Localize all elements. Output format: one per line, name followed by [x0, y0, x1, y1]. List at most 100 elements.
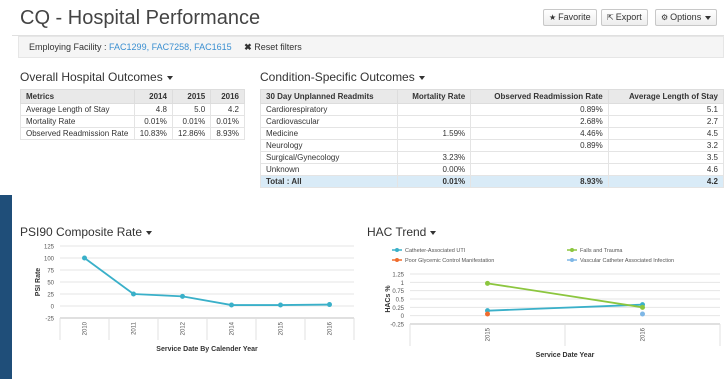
column-header[interactable]: Mortality Rate [396, 89, 472, 104]
psi90-chart-title[interactable]: PSI90 Composite Rate [20, 225, 153, 239]
table-cell: 5.0 [171, 103, 212, 116]
table-row: Observed Readmission Rate 10.83% 12.86% 8.9… [20, 127, 245, 140]
condition-outcomes-table: 30 Day Unplanned Readmits Mortality Rate O… [260, 89, 724, 188]
table-cell: Mortality Rate [20, 115, 135, 128]
caret-down-icon [418, 75, 425, 80]
x-tick-label: 2016 [641, 327, 647, 341]
total-cell: Total : All [260, 175, 398, 188]
x-tick-label: 2011 [132, 321, 138, 335]
data-point[interactable] [485, 280, 490, 286]
y-tick-label: 50 [47, 281, 54, 287]
y-tick-label: 75 [47, 269, 54, 275]
overall-outcomes-title[interactable]: Overall Hospital Outcomes [20, 70, 173, 84]
y-tick-label: 0.75 [392, 289, 404, 295]
column-header[interactable]: Average Length of Stay [607, 89, 724, 104]
hac-chart-title[interactable]: HAC Trend [367, 225, 437, 239]
data-point[interactable] [640, 304, 645, 310]
side-panel-edge [0, 195, 12, 379]
data-point[interactable] [180, 293, 185, 299]
close-icon: ✖ [244, 42, 252, 52]
data-point[interactable] [278, 302, 283, 308]
table-cell: 4.46% [470, 127, 609, 140]
caret-down-icon [430, 230, 437, 235]
table-row: Cardiovascular 2.68% 2.7 [260, 115, 724, 128]
data-point[interactable] [485, 311, 490, 317]
overall-outcomes-table: Metrics 2014 2015 2016 Average Length of St… [20, 89, 245, 140]
x-tick-label: 2016 [328, 321, 334, 335]
y-axis-title: PSI Rate [35, 268, 42, 297]
gear-icon: ⚙ [661, 13, 669, 22]
table-cell: Surgical/Gynecology [260, 151, 398, 164]
total-cell: 4.2 [607, 175, 724, 188]
y-tick-label: 0 [51, 305, 55, 311]
options-button[interactable]: ⚙ Options [655, 9, 718, 26]
table-cell: 0.00% [396, 163, 472, 176]
table-cell [396, 115, 472, 128]
legend-marker [570, 248, 574, 252]
data-point[interactable] [131, 291, 136, 297]
table-row: Surgical/Gynecology 3.23% 3.5 [260, 151, 724, 164]
table-row: Unknown 0.00% 4.6 [260, 163, 724, 176]
data-point[interactable] [327, 302, 332, 308]
column-header[interactable]: 2014 [133, 89, 173, 104]
favorite-button[interactable]: ★ Favorite [543, 9, 597, 26]
table-row: Cardiorespiratory 0.89% 5.1 [260, 103, 724, 116]
legend-item: Poor Glycemic Control Manifestation [405, 258, 494, 264]
y-tick-label: 0.25 [392, 306, 404, 312]
facility-filter-link[interactable]: FAC1299, FAC7258, FAC1615 [109, 42, 232, 52]
x-tick-label: 2012 [181, 321, 187, 335]
page-title: CQ - Hospital Performance [20, 7, 261, 29]
table-row: Average Length of Stay 4.8 5.0 4.2 [20, 103, 245, 116]
column-header[interactable]: 2016 [210, 89, 245, 104]
favorite-label: Favorite [558, 12, 591, 22]
export-button[interactable]: ⇱ Export [601, 9, 648, 26]
x-axis-title: Service Date By Calender Year [156, 346, 258, 353]
table-cell: 4.6 [607, 163, 724, 176]
dashboard: CQ - Hospital Performance ★ Favorite ⇱ Exp… [12, 0, 724, 379]
export-icon: ⇱ [607, 13, 614, 22]
table-cell: Cardiovascular [260, 115, 398, 128]
hac-title-label: HAC Trend [367, 225, 427, 239]
table-row: Medicine 1.59% 4.46% 4.5 [260, 127, 724, 140]
condition-outcomes-title[interactable]: Condition-Specific Outcomes [260, 70, 425, 84]
table-cell: 0.01% [171, 115, 212, 128]
table-cell: 3.2 [607, 139, 724, 152]
table-cell: 0.01% [210, 115, 245, 128]
table-cell: 5.1 [607, 103, 724, 116]
series-line [487, 282, 643, 309]
legend-marker [395, 248, 399, 252]
x-tick-label: 2015 [486, 327, 492, 341]
header-bar: CQ - Hospital Performance ★ Favorite ⇱ Exp… [12, 0, 724, 36]
y-tick-label: 25 [47, 293, 54, 299]
data-point[interactable] [640, 311, 645, 317]
psi90-chart: -25 0 25 50 75 100 125 2010 2011 2012 2014 2015 2016… [35, 245, 355, 353]
filter-label: Employing Facility : [29, 42, 107, 52]
table-cell: Medicine [260, 127, 398, 140]
x-tick-label: 2010 [83, 321, 89, 335]
caret-down-icon [146, 230, 153, 235]
y-tick-label: 0.5 [396, 298, 405, 304]
legend-item: Vascular Catheter Associated Infection [580, 258, 674, 264]
legend-marker [395, 258, 399, 262]
column-header[interactable]: Metrics [20, 89, 135, 104]
table-cell: Neurology [260, 139, 398, 152]
table-cell [396, 139, 472, 152]
column-header[interactable]: 2015 [171, 89, 212, 104]
x-tick-label: 2014 [230, 321, 236, 335]
table-cell: 0.01% [133, 115, 173, 128]
table-cell: Observed Readmission Rate [20, 127, 135, 140]
total-row: Total : All 0.01% 8.93% 4.2 [260, 175, 724, 188]
table-cell: Unknown [260, 163, 398, 176]
reset-filters-button[interactable]: ✖ Reset filters [244, 42, 302, 52]
y-tick-label: 1.25 [392, 273, 404, 279]
table-cell: 4.8 [133, 103, 173, 116]
column-header[interactable]: Observed Readmission Rate [470, 89, 609, 104]
legend-item: Catheter-Associated UTI [405, 248, 466, 254]
table-cell: 12.86% [171, 127, 212, 140]
condition-outcomes-label: Condition-Specific Outcomes [260, 70, 415, 84]
column-header[interactable]: 30 Day Unplanned Readmits [260, 89, 398, 104]
legend-marker [570, 258, 574, 262]
table-cell: 3.23% [396, 151, 472, 164]
data-point[interactable] [82, 255, 87, 261]
data-point[interactable] [229, 302, 234, 308]
